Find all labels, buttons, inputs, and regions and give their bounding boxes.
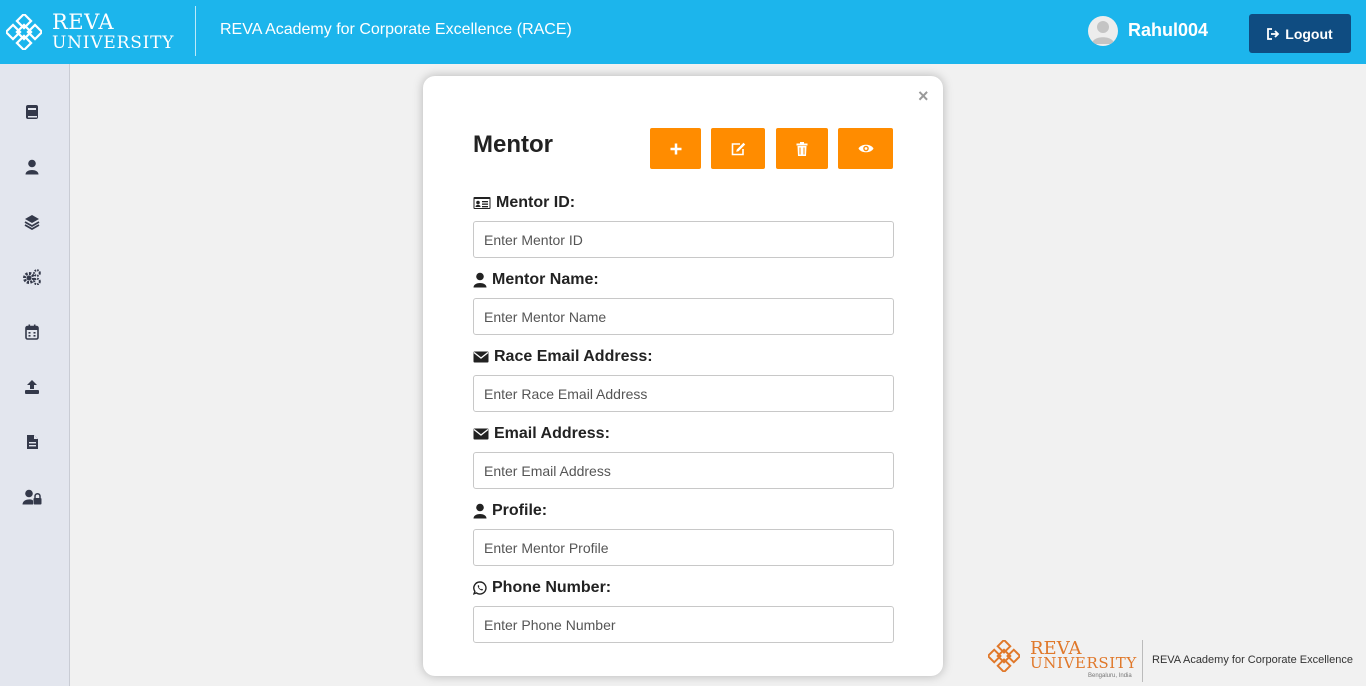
user-lock-icon xyxy=(22,489,42,505)
file-icon xyxy=(26,435,38,449)
user-avatar-icon xyxy=(1092,21,1114,44)
add-button[interactable] xyxy=(650,128,701,169)
footer-logo-location: Bengaluru, India xyxy=(1088,673,1132,679)
race-email-label: Race Email Address: xyxy=(473,348,653,366)
logo-text-university: UNIVERSITY xyxy=(52,33,175,53)
mentor-name-input[interactable] xyxy=(473,298,894,335)
close-button[interactable]: × xyxy=(918,86,929,107)
race-email-input[interactable] xyxy=(473,375,894,412)
sidebar-item-user[interactable] xyxy=(22,157,42,177)
mentor-id-label-text: Mentor ID: xyxy=(496,194,576,211)
sidebar-item-calendar[interactable] xyxy=(22,322,42,342)
user-icon xyxy=(25,159,39,175)
phone-label: Phone Number: xyxy=(473,579,611,597)
email-label-text: Email Address: xyxy=(494,425,610,442)
plus-icon xyxy=(670,143,681,154)
sidebar-item-book[interactable] xyxy=(22,102,42,122)
modal-title: Mentor xyxy=(473,131,553,158)
username[interactable]: Rahul004 xyxy=(1128,20,1208,41)
sign-out-icon xyxy=(1267,27,1280,40)
reva-emblem-icon xyxy=(988,640,1020,672)
sidebar-item-file[interactable] xyxy=(22,432,42,452)
footer-logo: REVA UNIVERSITY Bengaluru, India REVA Ac… xyxy=(988,638,1353,686)
footer-tagline: REVA Academy for Corporate Excellence xyxy=(1152,654,1353,666)
race-email-label-text: Race Email Address: xyxy=(494,348,653,365)
user-icon xyxy=(473,503,487,519)
phone-label-text: Phone Number: xyxy=(492,579,612,596)
id-card-icon xyxy=(473,197,491,209)
profile-input[interactable] xyxy=(473,529,894,566)
logout-label: Logout xyxy=(1285,25,1333,42)
mentor-modal: × Mentor Mentor ID: Enter Mentor ID Ment… xyxy=(423,76,943,676)
mentor-name-label: Mentor Name: xyxy=(473,271,599,289)
page-title: REVA Academy for Corporate Excellence (R… xyxy=(220,21,572,38)
edit-icon xyxy=(731,142,745,155)
view-button[interactable] xyxy=(838,128,893,169)
sidebar xyxy=(0,64,70,686)
logout-button[interactable]: Logout xyxy=(1249,14,1351,53)
eye-icon xyxy=(858,144,873,153)
cogs-icon xyxy=(23,269,41,285)
mentor-id-label: Mentor ID: xyxy=(473,194,575,212)
footer-logo-university: UNIVERSITY xyxy=(1030,654,1137,672)
envelope-icon xyxy=(473,351,489,363)
edit-button[interactable] xyxy=(711,128,765,169)
email-label: Email Address: xyxy=(473,425,610,443)
user-icon xyxy=(473,272,487,288)
logo-text-reva: REVA xyxy=(52,10,115,34)
phone-input[interactable] xyxy=(473,606,894,643)
layers-icon xyxy=(24,215,40,230)
profile-label: Profile: xyxy=(473,502,547,520)
sidebar-item-layers[interactable] xyxy=(22,212,42,232)
reva-emblem-icon xyxy=(6,14,42,50)
mentor-name-label-text: Mentor Name: xyxy=(492,271,599,288)
delete-button[interactable] xyxy=(776,128,828,169)
calendar-icon xyxy=(25,324,39,340)
envelope-icon xyxy=(473,428,489,440)
sidebar-item-user-lock[interactable] xyxy=(22,487,42,507)
upload-icon xyxy=(25,380,39,394)
whatsapp-icon xyxy=(473,581,487,595)
sidebar-item-settings[interactable] xyxy=(22,267,42,287)
email-input[interactable] xyxy=(473,452,894,489)
mentor-id-input[interactable] xyxy=(473,221,894,258)
header-divider xyxy=(195,6,196,56)
sidebar-item-upload[interactable] xyxy=(22,377,42,397)
avatar[interactable] xyxy=(1088,16,1118,46)
book-icon xyxy=(26,105,38,119)
footer-divider xyxy=(1142,640,1143,682)
trash-icon xyxy=(796,141,808,156)
profile-label-text: Profile: xyxy=(492,502,548,519)
reva-logo[interactable]: REVA UNIVERSITY xyxy=(6,10,186,54)
top-header: REVA UNIVERSITY REVA Academy for Corpora… xyxy=(0,0,1366,64)
